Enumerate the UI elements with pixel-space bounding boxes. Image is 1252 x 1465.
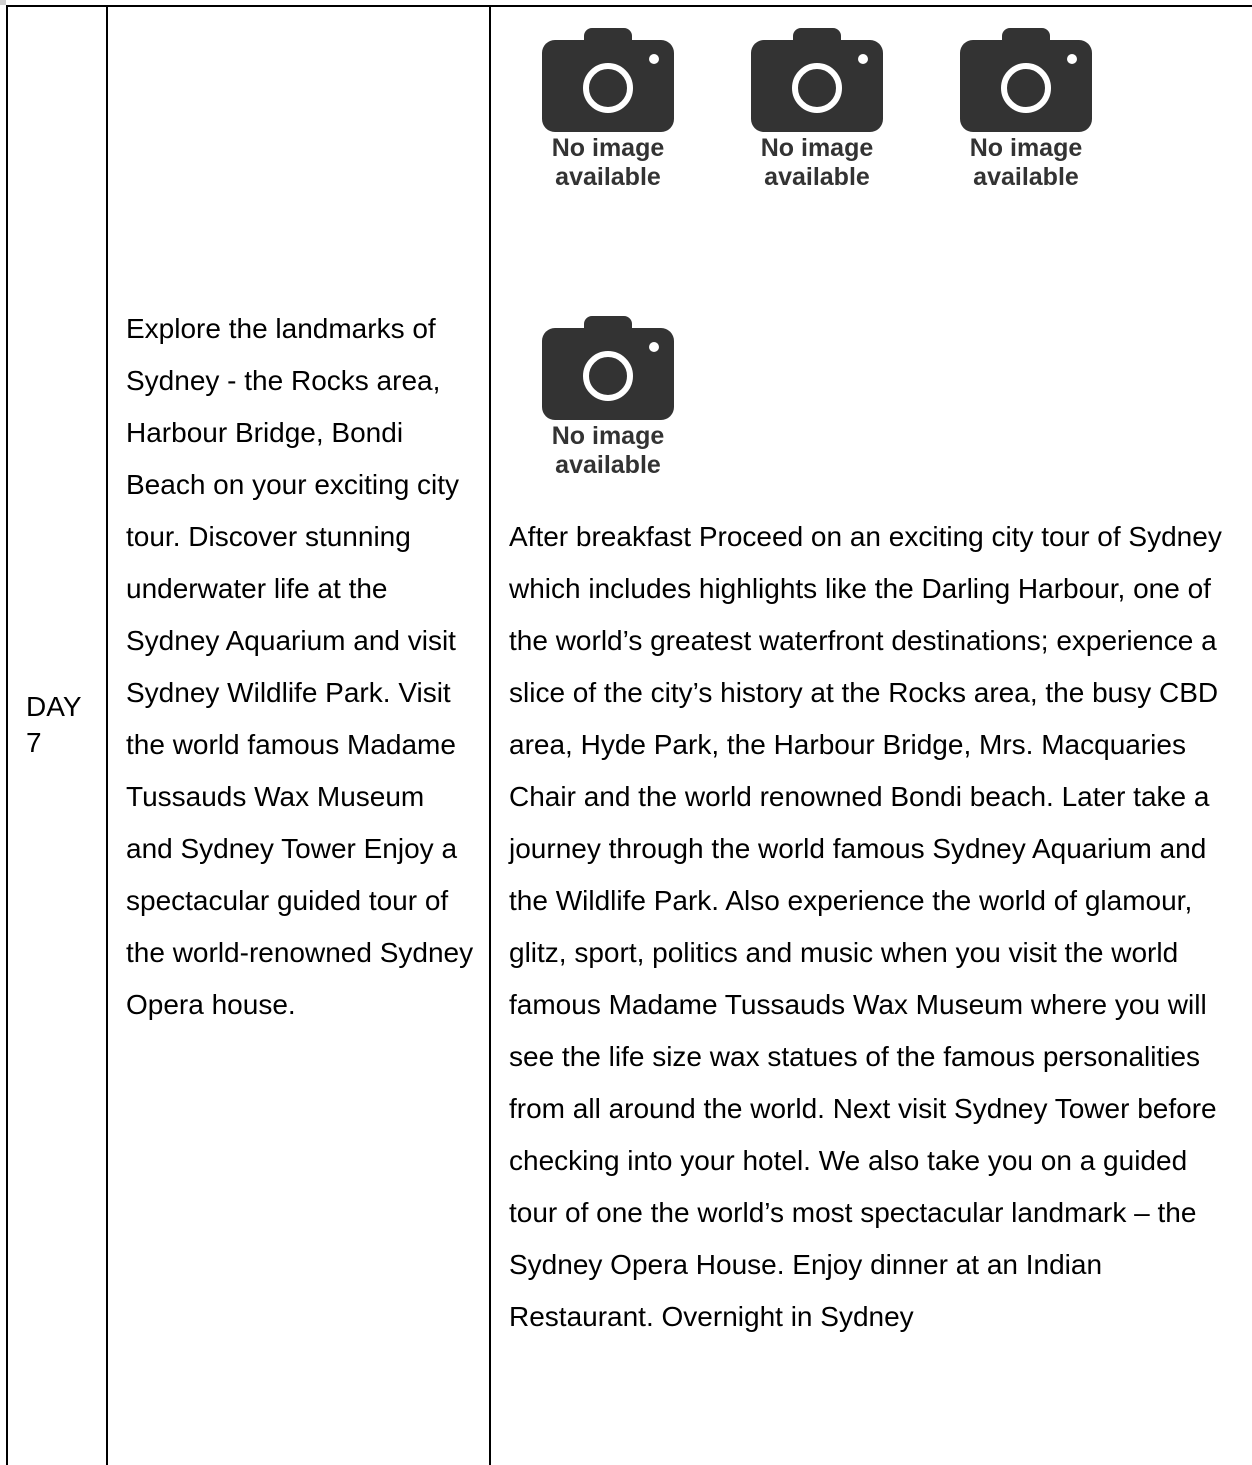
no-image-caption: No image available xyxy=(551,134,665,191)
column-divider-day xyxy=(106,5,108,1465)
day-details: After breakfast Proceed on an exciting c… xyxy=(509,521,1222,1332)
image-placeholder: No image available xyxy=(742,28,892,198)
image-placeholder: No image available xyxy=(951,28,1101,198)
no-image-caption: No image available xyxy=(760,134,874,191)
image-placeholder: No image available xyxy=(533,316,683,486)
column-divider-summary xyxy=(489,5,491,1465)
camera-icon xyxy=(960,28,1092,132)
no-image-caption: No image available xyxy=(969,134,1083,191)
camera-icon xyxy=(751,28,883,132)
no-image-caption: No image available xyxy=(551,422,665,479)
day-summary: Explore the landmarks of Sydney - the Ro… xyxy=(126,313,474,1020)
camera-icon xyxy=(542,316,674,420)
image-placeholder: No image available xyxy=(533,28,683,198)
camera-icon xyxy=(542,28,674,132)
day-label: DAY 7 xyxy=(26,691,82,758)
